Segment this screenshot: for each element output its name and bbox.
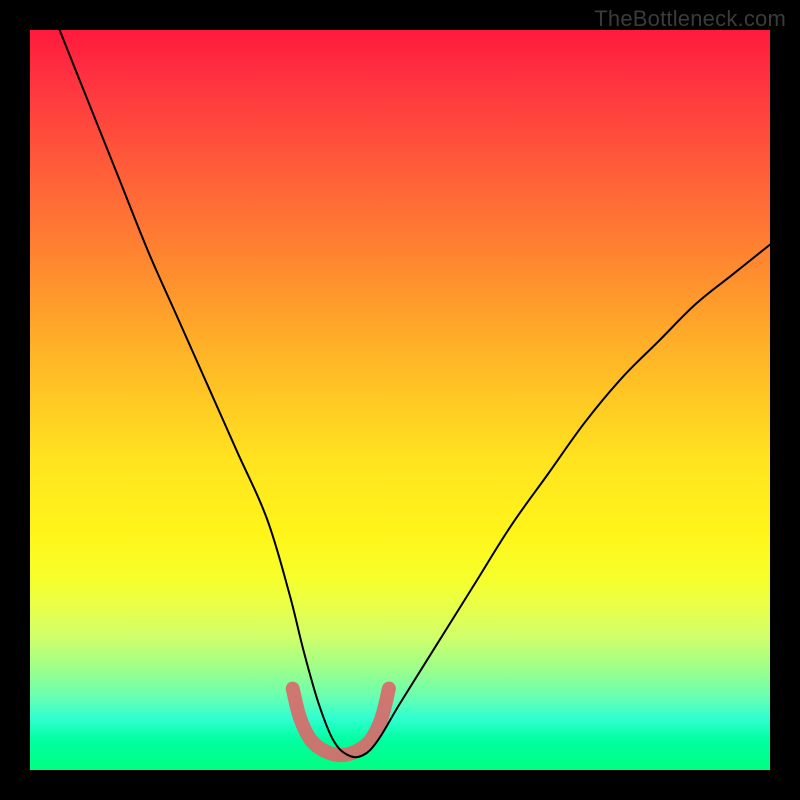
chart-frame: TheBottleneck.com bbox=[0, 0, 800, 800]
plot-area bbox=[30, 30, 770, 770]
bottleneck-curve bbox=[60, 30, 770, 757]
watermark-label: TheBottleneck.com bbox=[594, 6, 786, 32]
chart-svg bbox=[30, 30, 770, 770]
